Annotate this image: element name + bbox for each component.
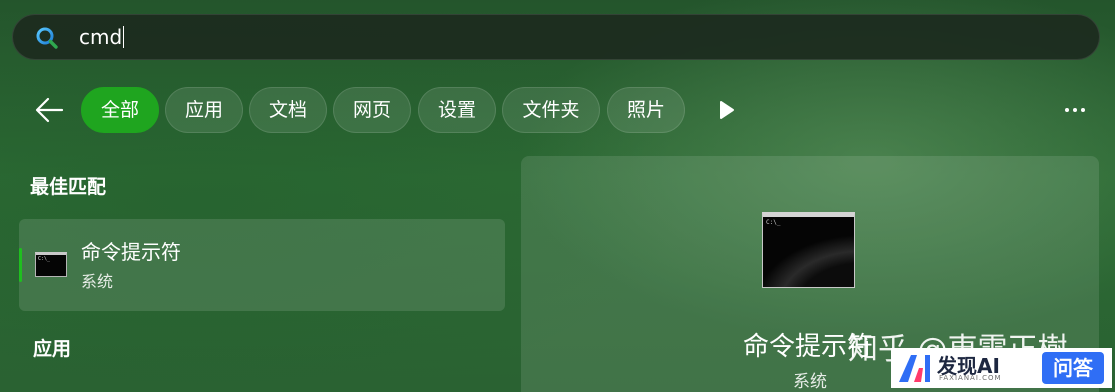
filter-chip-documents[interactable]: 文档 xyxy=(249,87,327,133)
more-dot xyxy=(1065,108,1069,112)
badge-url: FAXIANAI.COM xyxy=(939,374,1002,382)
section-title-apps: 应用 xyxy=(33,338,72,360)
best-match-result[interactable]: C:\_ 命令提示符 系统 xyxy=(19,219,505,311)
more-icon[interactable] xyxy=(1060,100,1090,120)
search-bar[interactable]: cmd xyxy=(12,14,1100,60)
search-icon xyxy=(36,27,58,49)
badge-qa: 问答 xyxy=(1042,352,1104,384)
filter-chip-all[interactable]: 全部 xyxy=(81,87,159,133)
more-dot xyxy=(1081,108,1085,112)
preview-subtitle: 系统 xyxy=(793,372,827,392)
back-arrow-icon[interactable] xyxy=(32,95,66,125)
cmd-prompt-glyph: C:\_ xyxy=(766,219,781,226)
result-title: 命令提示符 xyxy=(81,240,181,264)
filter-chip-folders[interactable]: 文件夹 xyxy=(502,87,600,133)
cmd-icon: C:\_ xyxy=(35,252,67,277)
filter-chip-web[interactable]: 网页 xyxy=(333,87,411,133)
search-query: cmd xyxy=(79,25,123,49)
filter-chip-apps[interactable]: 应用 xyxy=(165,87,243,133)
filter-chip-photos[interactable]: 照片 xyxy=(607,87,685,133)
more-dot xyxy=(1073,108,1077,112)
section-title-best-match: 最佳匹配 xyxy=(30,176,107,198)
selection-indicator xyxy=(19,248,22,282)
text-caret xyxy=(123,26,125,48)
play-icon[interactable] xyxy=(716,98,738,122)
result-subtitle: 系统 xyxy=(81,272,114,291)
watermark-badge: 发现AI FAXIANAI.COM 问答 xyxy=(891,348,1112,388)
faxianai-logo-icon xyxy=(899,355,930,382)
search-input[interactable]: cmd xyxy=(79,24,125,50)
cmd-icon: C:\_ xyxy=(762,212,855,288)
cmd-prompt-glyph: C:\_ xyxy=(38,256,51,262)
filter-chip-settings[interactable]: 设置 xyxy=(418,87,496,133)
